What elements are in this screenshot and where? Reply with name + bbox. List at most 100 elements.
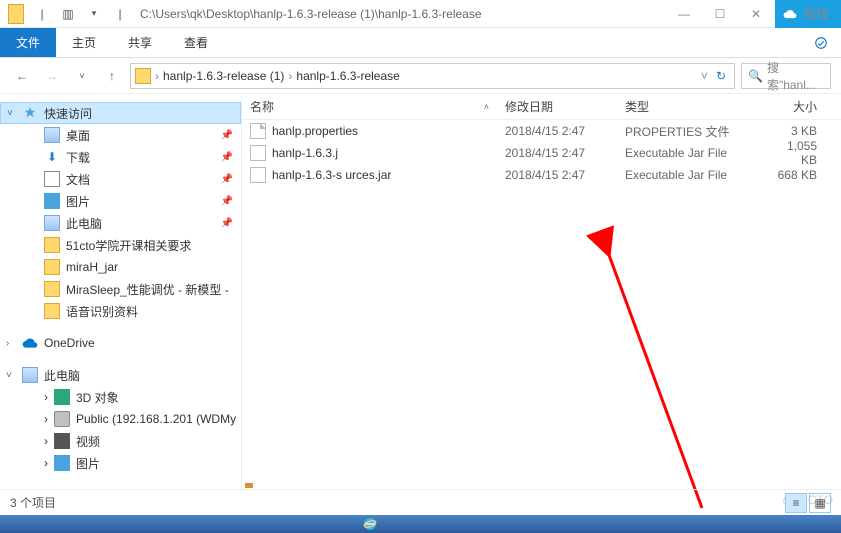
sidebar-thispc[interactable]: ˅ 此电脑 <box>0 364 241 386</box>
refresh-button[interactable]: ↻ <box>712 69 730 83</box>
sidebar: ˅ 快速访问 桌面📌 ⬇下载📌 文档📌 图片📌 此电脑📌 51cto学院开课相关… <box>0 94 242 490</box>
close-button[interactable]: ✕ <box>739 0 773 28</box>
pictures-icon <box>44 193 60 209</box>
file-name: hanlp.properties <box>272 124 358 138</box>
ribbon: 文件 主页 共享 查看 <box>0 28 841 58</box>
address-dropdown-icon[interactable]: ˅ <box>701 69 708 83</box>
annotation-arrow <box>532 168 732 528</box>
qat-sep2: | <box>110 4 130 24</box>
desktop-icon <box>44 127 60 143</box>
star-icon <box>22 105 38 121</box>
sidebar-label: 快速访问 <box>44 105 92 122</box>
chevron-right-icon[interactable]: › <box>44 390 48 404</box>
sidebar-downloads[interactable]: ⬇下载📌 <box>0 146 241 168</box>
qat-open-icon[interactable]: ▥ <box>58 4 78 24</box>
file-row[interactable]: hanlp.properties2018/4/15 2:47PROPERTIES… <box>242 120 841 142</box>
sidebar-folder-1[interactable]: 51cto学院开课相关要求 <box>0 234 241 256</box>
back-button[interactable]: ← <box>10 64 34 88</box>
ribbon-help-icon[interactable] <box>801 28 841 57</box>
chevron-right-icon[interactable]: › <box>44 434 48 448</box>
cloud-label: 拖拽 <box>799 0 833 28</box>
file-list: 名称˄ 修改日期 类型 大小 hanlp.properties2018/4/15… <box>242 94 841 490</box>
onedrive-icon <box>22 335 38 351</box>
pin-icon: 📌 <box>221 152 233 163</box>
search-input[interactable]: 🔍 搜索"hanl... <box>741 63 831 89</box>
search-icon: 🔍 <box>748 69 763 83</box>
sidebar-folder-2[interactable]: miraH_jar <box>0 256 241 278</box>
sidebar-pictures2[interactable]: ›图片 <box>0 452 241 474</box>
view-buttons: ≡ ▦ <box>785 493 831 513</box>
taskbar-ie-icon[interactable] <box>350 515 390 533</box>
file-icon <box>250 123 266 139</box>
pin-icon: 📌 <box>221 218 233 229</box>
recent-dropdown[interactable]: ˅ <box>70 64 94 88</box>
chevron-down-icon[interactable]: ˅ <box>7 108 13 119</box>
cloud-button[interactable]: 拖拽 <box>775 0 841 28</box>
sidebar-quick-access[interactable]: ˅ 快速访问 <box>0 102 241 124</box>
pictures-icon <box>54 455 70 471</box>
chevron-right-icon[interactable]: › <box>6 338 9 349</box>
col-name[interactable]: 名称˄ <box>242 98 497 115</box>
qat-sep: | <box>32 4 52 24</box>
search-placeholder: 搜索"hanl... <box>767 59 824 93</box>
minimize-button[interactable]: — <box>667 0 701 28</box>
col-size[interactable]: 大小 <box>765 98 825 115</box>
folder-icon <box>44 303 60 319</box>
monitor-icon <box>22 367 38 383</box>
title-bar: | ▥ ▾ | C:\Users\qk\Desktop\hanlp-1.6.3-… <box>0 0 841 28</box>
maximize-button[interactable]: ☐ <box>703 0 737 28</box>
pin-icon: 📌 <box>221 130 233 141</box>
sidebar-folder-3[interactable]: MiraSleep_性能调优 - 新模型 - <box>0 278 241 300</box>
details-view-button[interactable]: ≡ <box>785 493 807 513</box>
chevron-right-icon[interactable]: › <box>288 69 292 83</box>
sort-asc-icon: ˄ <box>484 102 489 112</box>
file-name: hanlp-1.6.3-s urces.jar <box>272 168 391 182</box>
sidebar-public[interactable]: ›Public (192.168.1.201 (WDMy <box>0 408 241 430</box>
file-row[interactable]: hanlp-1.6.3.j2018/4/15 2:47Executable Ja… <box>242 142 841 164</box>
up-button[interactable]: ↑ <box>100 64 124 88</box>
col-date[interactable]: 修改日期 <box>497 98 617 115</box>
status-text: 3 个项目 <box>10 494 56 511</box>
status-bar: 3 个项目 ≡ ▦ <box>0 489 841 515</box>
cloud-icon <box>783 7 797 21</box>
thumbnail-view-button[interactable]: ▦ <box>809 493 831 513</box>
sidebar-3d[interactable]: ›3D 对象 <box>0 386 241 408</box>
drive-icon <box>54 411 70 427</box>
column-headers: 名称˄ 修改日期 类型 大小 <box>242 94 841 120</box>
file-type: PROPERTIES 文件 <box>617 123 765 140</box>
window-title: C:\Users\qk\Desktop\hanlp-1.6.3-release … <box>136 7 667 21</box>
sidebar-thispc-quick[interactable]: 此电脑📌 <box>0 212 241 234</box>
file-type: Executable Jar File <box>617 146 765 160</box>
chevron-right-icon[interactable]: › <box>155 69 159 83</box>
tab-view[interactable]: 查看 <box>168 28 224 57</box>
chevron-down-icon[interactable]: ˅ <box>6 370 12 381</box>
qat: | ▥ ▾ | <box>0 4 136 24</box>
sidebar-documents[interactable]: 文档📌 <box>0 168 241 190</box>
nav-row: ← → ˅ ↑ › hanlp-1.6.3-release (1) › hanl… <box>0 58 841 94</box>
sidebar-video[interactable]: ›视频 <box>0 430 241 452</box>
qat-dropdown-icon[interactable]: ▾ <box>84 4 104 24</box>
tab-home[interactable]: 主页 <box>56 28 112 57</box>
jar-icon <box>250 167 266 183</box>
address-folder-icon <box>135 68 151 84</box>
col-type[interactable]: 类型 <box>617 98 765 115</box>
forward-button[interactable]: → <box>40 64 64 88</box>
sidebar-onedrive[interactable]: › OneDrive <box>0 332 241 354</box>
sidebar-desktop[interactable]: 桌面📌 <box>0 124 241 146</box>
tab-share[interactable]: 共享 <box>112 28 168 57</box>
file-date: 2018/4/15 2:47 <box>497 146 617 160</box>
sidebar-folder-4[interactable]: 语音识别资料 <box>0 300 241 322</box>
file-row[interactable]: hanlp-1.6.3-s urces.jar2018/4/15 2:47Exe… <box>242 164 841 186</box>
chevron-right-icon[interactable]: › <box>44 412 48 426</box>
breadcrumb-1[interactable]: hanlp-1.6.3-release (1) <box>163 69 284 83</box>
video-icon <box>54 433 70 449</box>
pin-icon: 📌 <box>221 174 233 185</box>
tab-file[interactable]: 文件 <box>0 28 56 57</box>
file-type: Executable Jar File <box>617 168 765 182</box>
document-icon <box>44 171 60 187</box>
breadcrumb-2[interactable]: hanlp-1.6.3-release <box>296 69 399 83</box>
sidebar-pictures[interactable]: 图片📌 <box>0 190 241 212</box>
chevron-right-icon[interactable]: › <box>44 456 48 470</box>
address-bar[interactable]: › hanlp-1.6.3-release (1) › hanlp-1.6.3-… <box>130 63 735 89</box>
folder-icon <box>44 281 60 297</box>
